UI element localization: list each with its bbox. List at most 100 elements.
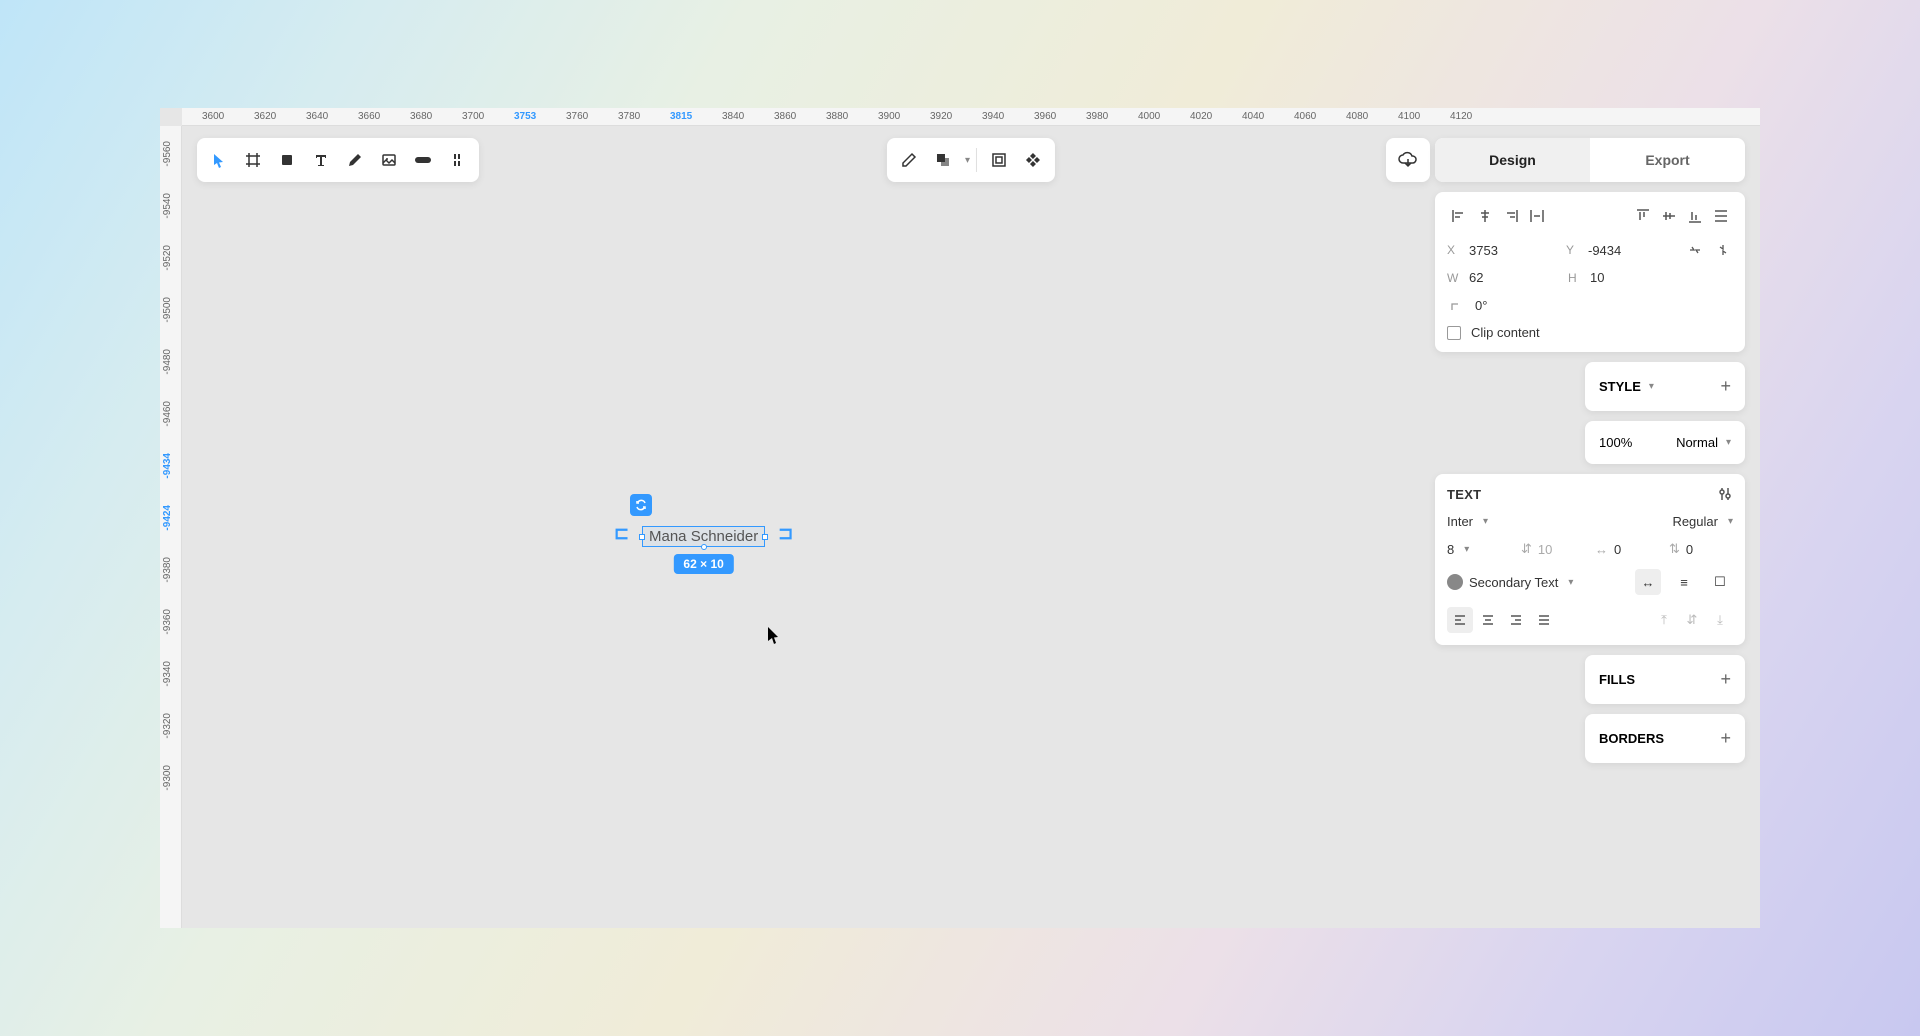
ruler-tick: 3840 — [722, 111, 744, 122]
text-align-right-icon[interactable] — [1503, 607, 1529, 633]
tab-export[interactable]: Export — [1590, 138, 1745, 182]
create-component-tool[interactable] — [1017, 144, 1049, 176]
text-tool[interactable] — [305, 144, 337, 176]
align-justify-icon[interactable] — [1525, 204, 1549, 228]
opacity-value[interactable]: 100% — [1599, 435, 1632, 450]
ruler-tick: 3940 — [982, 111, 1004, 122]
valign-middle-icon[interactable]: ⇵ — [1679, 607, 1705, 633]
ruler-tick: -9540 — [162, 193, 173, 219]
ruler-tick: 3815 — [670, 111, 692, 122]
text-align-left-icon[interactable] — [1447, 607, 1473, 633]
h-label: H — [1568, 271, 1582, 285]
image-tool[interactable] — [373, 144, 405, 176]
button-tool[interactable] — [407, 144, 439, 176]
edit-tool[interactable] — [893, 144, 925, 176]
ruler-tick: -9560 — [162, 141, 173, 167]
paragraph-spacing[interactable]: 0 — [1686, 542, 1693, 557]
sync-button[interactable] — [1386, 138, 1430, 182]
ruler-tick: 3680 — [410, 111, 432, 122]
arrange-tool[interactable] — [927, 144, 959, 176]
ruler-tick: 3780 — [618, 111, 640, 122]
ruler-tick: 3980 — [1086, 111, 1108, 122]
arrange-chevron-icon[interactable]: ▾ — [965, 155, 970, 166]
text-element[interactable]: Mana Schneider — [642, 526, 765, 547]
auto-width-icon[interactable]: ↔ — [1635, 569, 1661, 595]
canvas[interactable]: ▾ Design Export — [182, 126, 1760, 928]
frame-tool[interactable] — [237, 144, 269, 176]
ruler-tick: 3880 — [826, 111, 848, 122]
rotation-value[interactable]: 0° — [1475, 298, 1525, 313]
blend-chevron-icon[interactable]: ▾ — [1726, 437, 1731, 448]
font-weight[interactable]: Regular — [1672, 514, 1718, 529]
text-panel: TEXT Inter▾ Regular▾ 8▾ ⇵10 ↔0 ⇅0 Second… — [1435, 474, 1745, 645]
ruler-tick: 3600 — [202, 111, 224, 122]
blend-mode[interactable]: Normal — [1676, 435, 1718, 450]
borders-label: BORDERS — [1599, 731, 1664, 746]
ruler-tick: 3753 — [514, 111, 536, 122]
clip-content-checkbox[interactable] — [1447, 326, 1461, 340]
style-chevron-icon[interactable]: ▾ — [1649, 381, 1654, 392]
valign-bottom-icon[interactable]: ⤓ — [1707, 607, 1733, 633]
style-panel: STYLE▾ + — [1585, 362, 1745, 411]
h-value[interactable]: 10 — [1590, 270, 1640, 285]
text-panel-label: TEXT — [1447, 487, 1481, 502]
resize-handle-bottom[interactable] — [701, 544, 707, 550]
align-left-icon[interactable] — [1447, 204, 1471, 228]
selected-element[interactable]: ⊏ ⊐ Mana Schneider 62 × 10 — [642, 526, 765, 547]
ruler-tick: 3860 — [774, 111, 796, 122]
align-bottom-icon[interactable] — [1683, 204, 1707, 228]
weight-chevron-icon[interactable]: ▾ — [1728, 516, 1733, 527]
color-chevron-icon[interactable]: ▾ — [1568, 577, 1573, 588]
text-color-name[interactable]: Secondary Text — [1469, 575, 1558, 590]
ruler-tick: 3640 — [306, 111, 328, 122]
pen-tool[interactable] — [339, 144, 371, 176]
resize-handle-right[interactable] — [762, 534, 768, 540]
align-right-icon[interactable] — [1499, 204, 1523, 228]
font-family[interactable]: Inter — [1447, 514, 1473, 529]
x-value[interactable]: 3753 — [1469, 243, 1519, 258]
rotation-icon — [1447, 295, 1467, 315]
ruler-tick: 3900 — [878, 111, 900, 122]
divider — [976, 148, 977, 172]
select-tool[interactable] — [203, 144, 235, 176]
text-align-center-icon[interactable] — [1475, 607, 1501, 633]
component-tool[interactable] — [441, 144, 473, 176]
distribute-icon[interactable] — [1709, 204, 1733, 228]
ruler-tick: 3760 — [566, 111, 588, 122]
ruler-tick: 4080 — [1346, 111, 1368, 122]
align-hcenter-icon[interactable] — [1473, 204, 1497, 228]
ruler-tick: 3620 — [254, 111, 276, 122]
ruler-tick: -9460 — [162, 401, 173, 427]
text-content: Mana Schneider — [649, 528, 758, 545]
ruler-vertical: -9560-9540-9520-9500-9480-9460-9434-9424… — [160, 126, 182, 928]
valign-top-icon[interactable]: ⤒ — [1651, 607, 1677, 633]
sync-badge-icon[interactable] — [630, 494, 652, 516]
size-chevron-icon[interactable]: ▾ — [1464, 544, 1469, 555]
w-value[interactable]: 62 — [1469, 270, 1519, 285]
group-tool[interactable] — [983, 144, 1015, 176]
text-settings-icon[interactable] — [1717, 486, 1733, 502]
letter-spacing[interactable]: 0 — [1614, 542, 1621, 557]
y-value[interactable]: -9434 — [1588, 243, 1638, 258]
align-vcenter-icon[interactable] — [1657, 204, 1681, 228]
add-border-button[interactable]: + — [1720, 728, 1731, 749]
flip-h-icon[interactable] — [1685, 240, 1705, 260]
rectangle-tool[interactable] — [271, 144, 303, 176]
font-size[interactable]: 8 — [1447, 542, 1454, 557]
ruler-tick: 4060 — [1294, 111, 1316, 122]
ruler-tick: -9380 — [162, 557, 173, 583]
fixed-size-icon[interactable]: ☐ — [1707, 569, 1733, 595]
text-color-swatch[interactable] — [1447, 574, 1463, 590]
text-align-justify-icon[interactable] — [1531, 607, 1557, 633]
position-panel: X3753 Y-9434 W62 H10 0° Clip content — [1435, 192, 1745, 352]
ruler-tick: 3920 — [930, 111, 952, 122]
line-height[interactable]: 10 — [1538, 542, 1552, 557]
auto-height-icon[interactable]: ≡ — [1671, 569, 1697, 595]
flip-v-icon[interactable] — [1713, 240, 1733, 260]
resize-handle-left[interactable] — [639, 534, 645, 540]
tab-design[interactable]: Design — [1435, 138, 1590, 182]
add-fill-button[interactable]: + — [1720, 669, 1731, 690]
add-style-button[interactable]: + — [1720, 376, 1731, 397]
align-top-icon[interactable] — [1631, 204, 1655, 228]
font-chevron-icon[interactable]: ▾ — [1483, 516, 1488, 527]
